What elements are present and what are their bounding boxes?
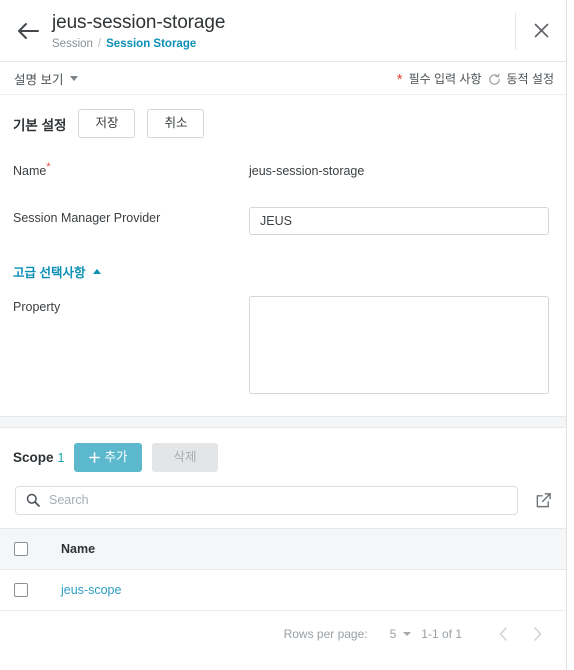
row-name-cell: jeus-scope	[60, 569, 566, 611]
rows-per-page-label: Rows per page:	[283, 627, 368, 641]
arrow-left-icon	[18, 22, 39, 39]
plus-icon	[89, 452, 101, 463]
search-input[interactable]	[40, 492, 507, 508]
advanced-options-label: 고급 선택사항	[13, 266, 86, 280]
add-scope-label: 추가	[104, 450, 128, 464]
description-toggle-label: 설명 보기	[14, 72, 64, 87]
required-asterisk-icon: *	[46, 160, 51, 173]
row-select-cell	[0, 569, 60, 611]
page-range-label: 1-1 of 1	[421, 627, 462, 641]
field-label-name-text: Name	[13, 164, 47, 178]
next-page-button[interactable]	[520, 617, 554, 651]
field-value-name: jeus-session-storage	[249, 164, 365, 178]
field-row-name: Name* jeus-session-storage	[0, 160, 558, 190]
close-button[interactable]	[516, 6, 566, 56]
field-value-session-manager-provider-wrap	[249, 207, 558, 235]
advanced-section: 고급 선택사항 Property	[0, 262, 558, 397]
basic-settings-section: 기본 설정 저장 취소 Name* jeus-session-storage S…	[0, 95, 566, 397]
scope-section: Scope 1 추가 삭제 Search Name jeus-scope Row…	[0, 428, 566, 657]
required-asterisk-icon: *	[396, 71, 403, 88]
toolbar-legend: * 필수 입력 사항 동적 설정	[396, 70, 555, 88]
rows-per-page-select[interactable]: 5	[390, 627, 412, 641]
description-toggle[interactable]: 설명 보기	[14, 69, 79, 88]
scope-table-head: Name	[0, 528, 566, 570]
scope-title-text: Scope	[13, 450, 54, 465]
search-icon	[26, 493, 40, 507]
delete-scope-button[interactable]: 삭제	[152, 443, 218, 472]
basic-settings-header: 기본 설정 저장 취소	[0, 95, 558, 138]
column-header-name[interactable]: Name	[60, 528, 566, 570]
field-label-property: Property	[13, 300, 61, 314]
open-in-new-button[interactable]	[528, 485, 558, 515]
field-value-property-wrap	[249, 296, 558, 397]
back-button[interactable]	[8, 11, 48, 51]
chevron-left-icon	[499, 627, 507, 641]
close-icon	[534, 23, 548, 38]
field-label-name: Name*	[13, 160, 249, 178]
page-title: jeus-session-storage	[52, 11, 226, 33]
chevron-right-icon	[533, 627, 541, 641]
breadcrumb-current[interactable]: Session Storage	[106, 37, 196, 51]
table-header-row: Name	[0, 528, 566, 570]
required-legend-label: 필수 입력 사항	[408, 71, 482, 86]
chevron-down-icon	[70, 75, 79, 81]
save-button[interactable]: 저장	[78, 109, 136, 138]
select-all-checkbox[interactable]	[14, 542, 28, 557]
cancel-button[interactable]: 취소	[147, 109, 205, 138]
scope-table-body: jeus-scope	[0, 569, 566, 611]
advanced-options-toggle[interactable]: 고급 선택사항	[0, 262, 102, 281]
breadcrumb-parent[interactable]: Session	[52, 37, 93, 51]
refresh-icon	[488, 73, 501, 86]
scope-name-link[interactable]: jeus-scope	[61, 583, 121, 597]
field-row-property: Property	[0, 296, 558, 397]
breadcrumb-separator: /	[97, 37, 102, 50]
row-checkbox[interactable]	[14, 583, 28, 598]
section-separator	[0, 416, 566, 428]
field-row-session-manager-provider: Session Manager Provider	[0, 207, 558, 237]
scope-title: Scope 1	[13, 450, 64, 465]
detail-panel: jeus-session-storage Session / Session S…	[0, 0, 567, 670]
scope-count: 1	[57, 451, 65, 465]
prev-page-button[interactable]	[486, 617, 520, 651]
breadcrumb: Session / Session Storage	[52, 37, 515, 51]
field-label-session-manager-provider: Session Manager Provider	[13, 211, 161, 225]
select-all-cell	[0, 528, 60, 570]
field-value-name-wrap: jeus-session-storage	[249, 160, 558, 178]
add-scope-button[interactable]: 추가	[74, 443, 143, 472]
open-in-new-icon	[536, 492, 551, 507]
panel-toolbar: 설명 보기 * 필수 입력 사항 동적 설정	[0, 62, 566, 95]
dynamic-legend-label: 동적 설정	[506, 71, 555, 86]
chevron-down-icon	[403, 632, 412, 636]
rows-per-page-value: 5	[389, 627, 397, 641]
scope-table: Name jeus-scope	[0, 528, 566, 611]
table-row[interactable]: jeus-scope	[0, 569, 566, 611]
basic-settings-title: 기본 설정	[13, 117, 67, 133]
scope-search-row	[0, 472, 566, 528]
session-manager-provider-input[interactable]	[249, 207, 549, 235]
chevron-up-icon	[93, 269, 102, 274]
scope-header: Scope 1 추가 삭제	[0, 428, 566, 472]
search-box[interactable]	[15, 485, 518, 515]
panel-header: jeus-session-storage Session / Session S…	[0, 0, 566, 62]
header-text-block: jeus-session-storage Session / Session S…	[48, 11, 515, 51]
property-textarea[interactable]	[249, 296, 549, 394]
table-pagination: Rows per page: 5 1-1 of 1	[0, 611, 566, 657]
